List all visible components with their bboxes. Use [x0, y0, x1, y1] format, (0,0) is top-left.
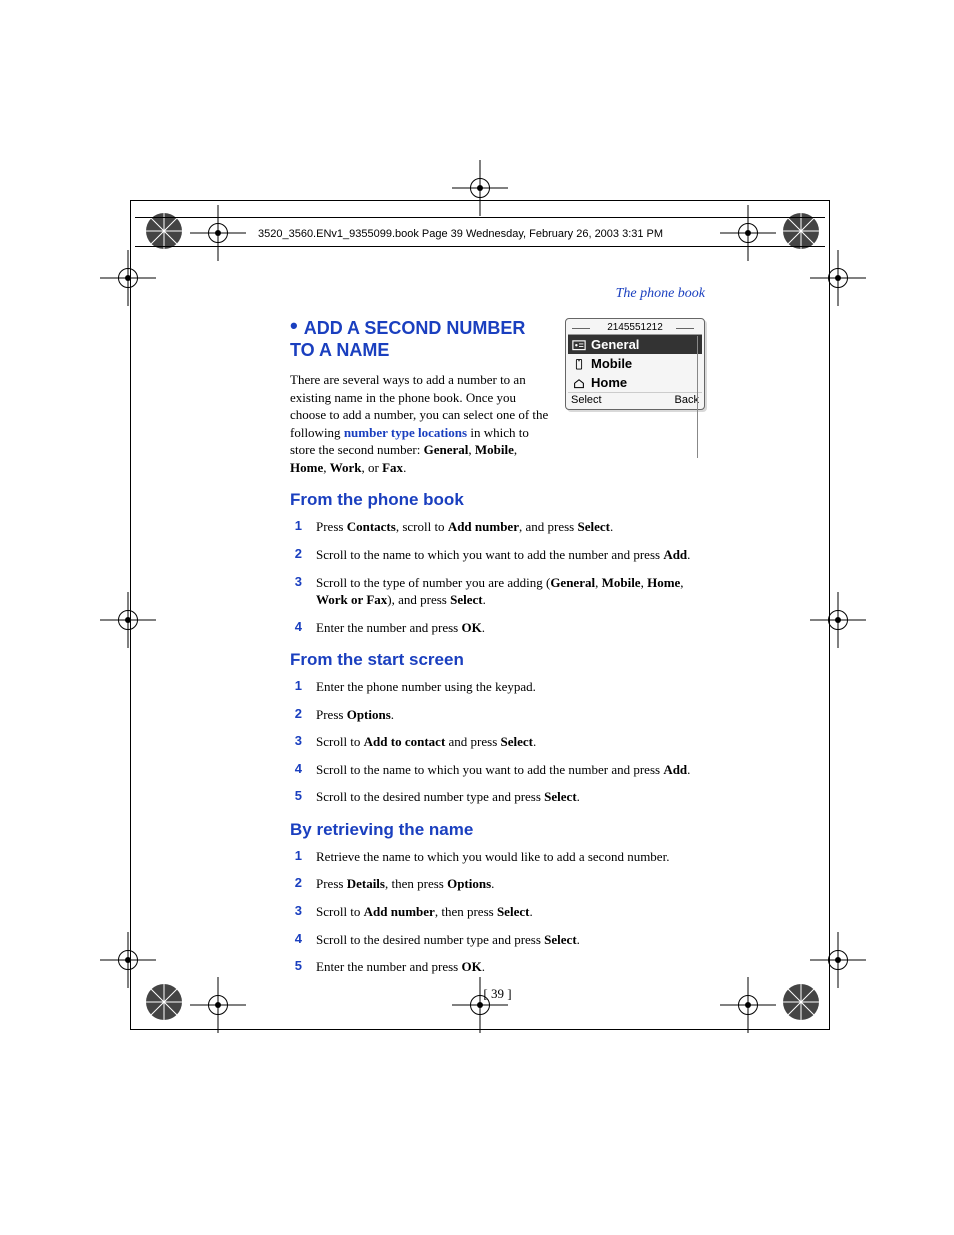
registration-mark-icon [777, 978, 825, 1026]
page-header-meta: 3520_3560.ENv1_9355099.book Page 39 Wedn… [258, 228, 663, 240]
section-label: The phone book [290, 286, 705, 302]
step-item: 2 Press Details, then press Options. [290, 875, 705, 893]
step-item: 2 Press Options. [290, 706, 705, 724]
phone-icon [572, 339, 586, 351]
step-number: 1 [290, 678, 302, 696]
divider [135, 246, 825, 247]
step-text: Scroll to the type of number you are add… [316, 574, 705, 609]
step-text: Scroll to the name to which you want to … [316, 761, 705, 779]
crosshair-icon [818, 940, 858, 980]
home-icon [572, 377, 586, 389]
step-item: 5 Scroll to the desired number type and p… [290, 788, 705, 806]
step-text: Press Options. [316, 706, 705, 724]
step-text: Scroll to the desired number type and pr… [316, 931, 705, 949]
phone-row-home: Home [568, 373, 702, 392]
step-item: 1 Enter the phone number using the keypad… [290, 678, 705, 696]
step-text: Scroll to the name to which you want to … [316, 546, 705, 564]
phone-row-mobile: Mobile [568, 354, 702, 373]
phone-row-general: General [568, 335, 702, 354]
step-number: 2 [290, 706, 302, 724]
main-heading: •ADD A SECOND NUMBER TO A NAME [290, 318, 551, 361]
step-item: 4 Scroll to the name to which you want to… [290, 761, 705, 779]
step-text: Enter the phone number using the keypad. [316, 678, 705, 696]
crosshair-icon [818, 258, 858, 298]
step-item: 4 Scroll to the desired number type and p… [290, 931, 705, 949]
step-text: Enter the number and press OK. [316, 958, 705, 976]
crosshair-icon [728, 985, 768, 1025]
scrollbar-icon [697, 336, 703, 458]
step-text: Press Details, then press Options. [316, 875, 705, 893]
step-item: 2 Scroll to the name to which you want to… [290, 546, 705, 564]
crosshair-icon [108, 258, 148, 298]
step-text: Retrieve the name to which you would lik… [316, 848, 705, 866]
content-area: The phone book •ADD A SECOND NUMBER TO A… [290, 286, 705, 1002]
phone-softkey-left: Select [571, 394, 602, 406]
step-number: 5 [290, 958, 302, 976]
crosshair-icon [108, 940, 148, 980]
step-number: 1 [290, 518, 302, 536]
step-item: 3 Scroll to the type of number you are ad… [290, 574, 705, 609]
registration-mark-icon [140, 978, 188, 1026]
phone-softkey-right: Back [675, 394, 699, 406]
step-number: 3 [290, 733, 302, 751]
step-number: 3 [290, 574, 302, 609]
step-text: Scroll to Add to contact and press Selec… [316, 733, 705, 751]
crosshair-icon [198, 985, 238, 1025]
registration-mark-icon [777, 207, 825, 255]
phone-title: 2145551212 [568, 321, 702, 335]
step-item: 5 Enter the number and press OK. [290, 958, 705, 976]
step-number: 4 [290, 931, 302, 949]
mobile-icon [572, 358, 586, 370]
phone-screenshot: 2145551212 General Mobile Home Select Ba… [565, 318, 705, 476]
crosshair-icon [108, 600, 148, 640]
step-text: Enter the number and press OK. [316, 619, 705, 637]
sub-heading: From the phone book [290, 490, 705, 510]
sub-heading: From the start screen [290, 650, 705, 670]
page-number: [ 39 ] [290, 986, 705, 1002]
step-text: Scroll to the desired number type and pr… [316, 788, 705, 806]
step-number: 1 [290, 848, 302, 866]
step-number: 4 [290, 619, 302, 637]
registration-mark-icon [140, 207, 188, 255]
step-text: Scroll to Add number, then press Select. [316, 903, 705, 921]
step-item: 4 Enter the number and press OK. [290, 619, 705, 637]
step-item: 3 Scroll to Add number, then press Select… [290, 903, 705, 921]
crosshair-icon [818, 600, 858, 640]
step-item: 1 Retrieve the name to which you would li… [290, 848, 705, 866]
step-number: 4 [290, 761, 302, 779]
crosshair-icon [198, 213, 238, 253]
intro-paragraph: There are several ways to add a number t… [290, 371, 551, 476]
crosshair-icon [460, 168, 500, 208]
step-number: 3 [290, 903, 302, 921]
step-text: Press Contacts, scroll to Add number, an… [316, 518, 705, 536]
step-number: 2 [290, 546, 302, 564]
step-number: 5 [290, 788, 302, 806]
step-item: 1 Press Contacts, scroll to Add number, a… [290, 518, 705, 536]
crosshair-icon [728, 213, 768, 253]
inline-link: number type locations [344, 425, 467, 440]
step-number: 2 [290, 875, 302, 893]
step-item: 3 Scroll to Add to contact and press Sele… [290, 733, 705, 751]
divider [135, 217, 825, 218]
sub-heading: By retrieving the name [290, 820, 705, 840]
